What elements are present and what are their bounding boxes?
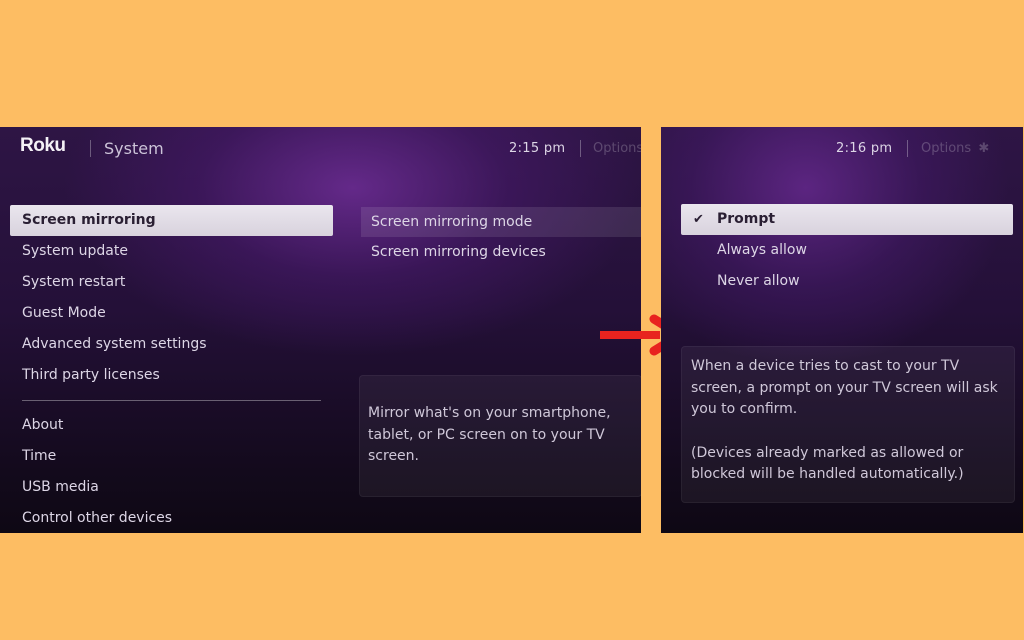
menu-item-usb-media[interactable]: USB media [10,472,333,503]
option-never-allow[interactable]: Never allow [681,266,1013,297]
menu-item-about[interactable]: About [10,410,333,441]
menu-item-third-party-licenses[interactable]: Third party licenses [10,360,333,391]
menu-item-guest-mode[interactable]: Guest Mode [10,298,333,329]
options-hint[interactable]: Options [593,141,641,156]
option-prompt[interactable]: ✔ Prompt [681,204,1013,235]
system-menu: Screen mirroring System update System re… [10,205,333,533]
options-label: Options [921,141,972,156]
clock: 2:15 pm [509,141,566,156]
menu-item-time[interactable]: Time [10,441,333,472]
asterisk-icon: ✱ [978,141,990,156]
screen-mirroring-mode-screen: 2:16 pm Options ✱ ✔ Prompt Always allow … [661,127,1023,533]
submenu-item-screen-mirroring-mode[interactable]: Screen mirroring mode [361,207,641,237]
description-panel: Mirror what's on your smartphone, tablet… [359,375,641,497]
menu-item-system-update[interactable]: System update [10,236,333,267]
checkmark-icon: ✔ [693,212,704,227]
menu-item-system-restart[interactable]: System restart [10,267,333,298]
option-label: Never allow [717,273,800,289]
menu-item-screen-mirroring[interactable]: Screen mirroring [10,205,333,236]
description-text: Mirror what's on your smartphone, tablet… [368,405,611,464]
header-divider [90,140,91,157]
page-title: System [104,139,164,158]
header-divider [907,140,908,157]
options-hint[interactable]: Options ✱ [921,141,989,156]
description-text: When a device tries to cast to your TV s… [691,358,998,417]
submenu-item-screen-mirroring-devices[interactable]: Screen mirroring devices [361,237,641,267]
mirroring-mode-options: ✔ Prompt Always allow Never allow [681,204,1013,297]
screen-mirroring-submenu: Screen mirroring mode Screen mirroring d… [361,207,641,267]
option-label: Prompt [717,211,776,227]
clock: 2:16 pm [836,141,893,156]
option-label: Always allow [717,242,807,258]
roku-logo: Roku [20,135,66,156]
description-panel: When a device tries to cast to your TV s… [681,346,1015,503]
header-divider [580,140,581,157]
option-always-allow[interactable]: Always allow [681,235,1013,266]
menu-item-control-other-devices[interactable]: Control other devices [10,503,333,533]
system-settings-screen: Roku System 2:15 pm Options Screen mirro… [0,127,641,533]
arrow-shaft [600,331,660,339]
description-note: (Devices already marked as allowed or bl… [691,444,964,483]
menu-divider [22,400,321,401]
menu-item-advanced-system-settings[interactable]: Advanced system settings [10,329,333,360]
